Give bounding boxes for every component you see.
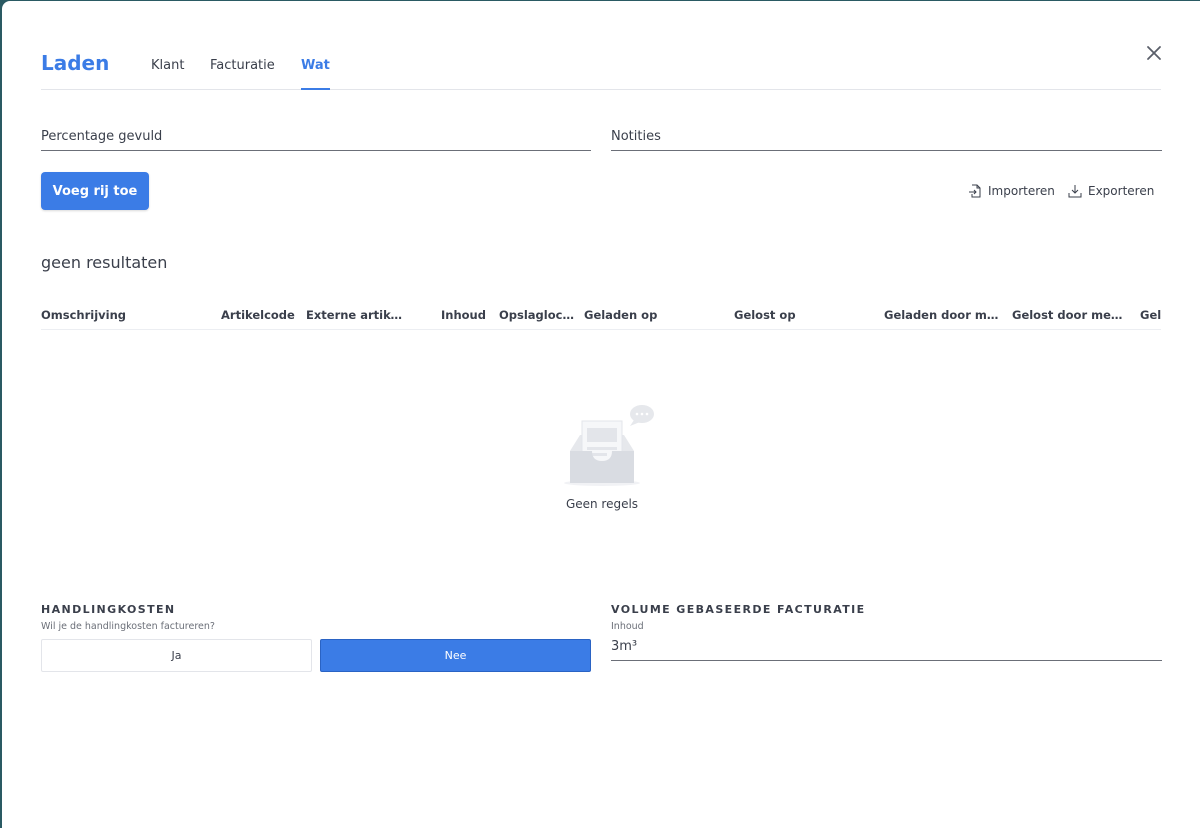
handling-no-button[interactable]: Nee [320,639,591,672]
column-omschrijving[interactable]: Omschrijving [41,308,191,322]
column-externe-artikelcode[interactable]: Externe artikelcode [306,308,403,322]
column-gelost-op[interactable]: Gelost op [734,308,834,322]
column-gelost-door-medewerker[interactable]: Gelost door medewerker [1012,308,1128,322]
column-opslaglocatie[interactable]: Opslaglocatie [499,308,575,322]
table-header: Omschrijving Artikelcode Externe artikel… [41,301,1161,330]
handling-subtitle: Wil je de handlingkosten factureren? [41,621,215,632]
modal-dialog: Laden Klant Facturatie Wat Percentage ge… [2,1,1200,828]
tab-facturatie[interactable]: Facturatie [210,58,275,73]
handling-title: HANDLINGKOSTEN [41,603,176,616]
column-artikelcode[interactable]: Artikelcode [221,308,296,322]
results-status: geen resultaten [41,253,168,272]
modal-header: Laden Klant Facturatie Wat [41,41,1161,90]
add-row-button[interactable]: Voeg rij toe [41,172,149,210]
volume-title: VOLUME GEBASEERDE FACTURATIE [611,603,866,616]
column-inhoud[interactable]: Inhoud [441,308,491,322]
export-button[interactable]: Exporteren [1067,182,1154,200]
file-import-icon [969,184,981,198]
modal-title: Laden [41,51,110,75]
volume-subtitle: Inhoud [611,621,644,632]
handling-yes-button[interactable]: Ja [41,639,312,672]
notities-label: Notities [611,129,661,144]
tab-klant[interactable]: Klant [151,58,184,73]
percentage-gevuld-input[interactable]: Percentage gevuld [41,127,591,151]
close-button[interactable] [1144,43,1164,63]
empty-inbox-icon [564,405,654,486]
volume-value: 3m³ [611,639,638,654]
export-label: Exporteren [1088,184,1155,198]
download-icon [1068,185,1082,198]
column-gel[interactable]: Gel [1140,308,1161,322]
column-geladen-op[interactable]: Geladen op [584,308,684,322]
notities-input[interactable]: Notities [611,127,1162,151]
volume-inhoud-input[interactable]: 3m³ [611,637,1162,661]
close-icon [1147,46,1161,60]
column-geladen-door-medewerker[interactable]: Geladen door medewerker [884,308,1002,322]
import-label: Importeren [988,184,1055,198]
empty-state-text: Geen regels [565,497,639,511]
tab-wat[interactable]: Wat [301,58,330,90]
import-button[interactable]: Importeren [967,182,1055,200]
percentage-gevuld-label: Percentage gevuld [41,129,163,144]
